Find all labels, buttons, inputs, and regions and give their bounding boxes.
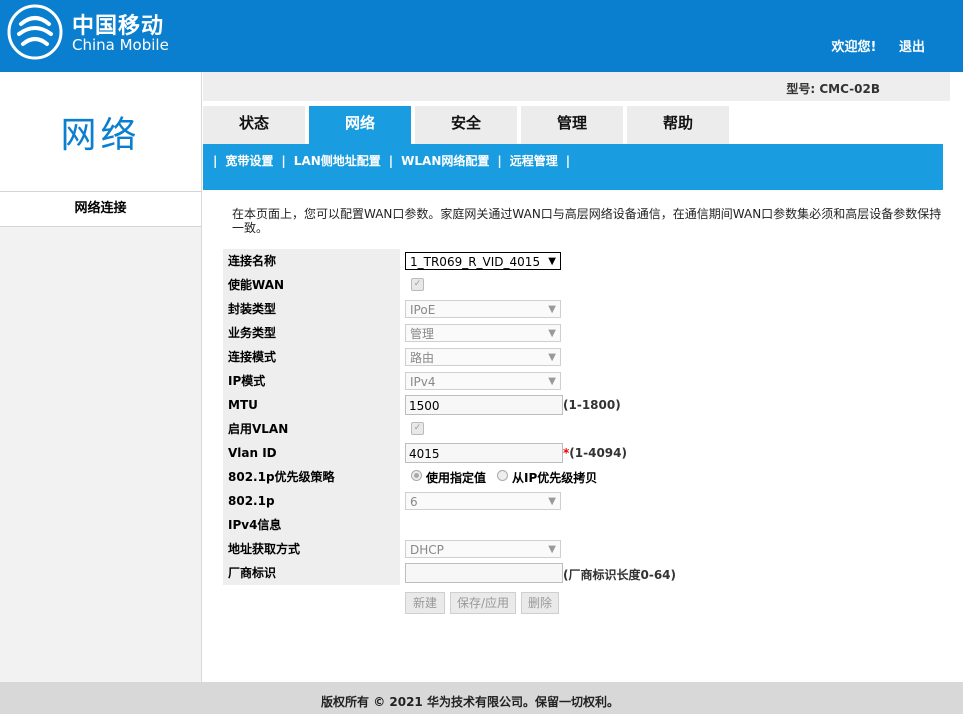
row-vlan-id: Vlan ID 4015 *(1-4094): [223, 441, 943, 465]
label-enable-wan: 使能WAN: [223, 273, 400, 297]
row-addr-mode: 地址获取方式 DHCP ▼: [223, 537, 943, 561]
priority-specified-label: 使用指定值: [426, 471, 487, 485]
label-ip-mode: IP模式: [223, 369, 400, 393]
row-priority-policy: 802.1p优先级策略 使用指定值 从IP优先级拷贝: [223, 465, 943, 489]
model-number: 型号: CMC-02B: [786, 82, 880, 96]
vlan-id-range: (1-4094): [569, 446, 627, 460]
row-encapsulation: 封装类型 IPoE ▼: [223, 297, 943, 321]
subnav-lan-address[interactable]: LAN侧地址配置: [294, 154, 381, 168]
subnav-separator: |: [497, 154, 502, 168]
label-mtu: MTU: [223, 393, 400, 417]
mtu-input[interactable]: 1500: [405, 395, 563, 415]
addr-mode-select[interactable]: DHCP ▼: [405, 540, 561, 558]
row-enable-vlan: 启用VLAN ✓: [223, 417, 943, 441]
row-connection-name: 连接名称 1_TR069_R_VID_4015 ▼: [223, 249, 943, 273]
row-mtu: MTU 1500 (1-1800): [223, 393, 943, 417]
page-description: 在本页面上，您可以配置WAN口参数。家庭网关通过WAN口与高层网络设备通信，在通…: [232, 207, 942, 235]
sidebar: 网络 网络连接: [0, 72, 202, 682]
subnav-separator: |: [388, 154, 394, 168]
label-encapsulation: 封装类型: [223, 297, 400, 321]
label-connection-name: 连接名称: [223, 249, 400, 273]
label-priority-policy: 802.1p优先级策略: [223, 465, 400, 489]
row-vendor-id: 厂商标识 (厂商标识长度0-64): [223, 561, 943, 585]
label-8021p: 802.1p: [223, 489, 400, 513]
mtu-hint: (1-1800): [563, 398, 621, 412]
8021p-select[interactable]: 6 ▼: [405, 492, 561, 510]
copyright-text: 版权所有 © 2021 华为技术有限公司。保留一切权利。: [321, 695, 619, 709]
subnav-broadband[interactable]: 宽带设置: [225, 154, 273, 168]
sidebar-item-network-connection[interactable]: 网络连接: [0, 191, 201, 227]
row-8021p: 802.1p 6 ▼: [223, 489, 943, 513]
tab-network[interactable]: 网络: [309, 106, 411, 144]
subnav-remote-management[interactable]: 远程管理: [510, 154, 558, 168]
chevron-down-icon: ▼: [548, 304, 556, 315]
sidebar-title-box: 网络: [0, 72, 201, 191]
china-mobile-logo-icon: [7, 4, 63, 60]
row-ip-mode: IP模式 IPv4 ▼: [223, 369, 943, 393]
service-type-value: 管理: [410, 327, 435, 341]
tab-status[interactable]: 状态: [203, 106, 305, 144]
new-button[interactable]: 新建: [405, 592, 445, 614]
label-vendor-id: 厂商标识: [223, 561, 400, 585]
addr-mode-value: DHCP: [410, 543, 444, 557]
priority-specified-radio[interactable]: [411, 470, 422, 481]
label-ipv4-info: IPv4信息: [223, 513, 400, 537]
brand-name-en: China Mobile: [72, 36, 169, 54]
connection-mode-select[interactable]: 路由 ▼: [405, 348, 561, 366]
row-enable-wan: 使能WAN ✓: [223, 273, 943, 297]
ip-mode-value: IPv4: [410, 375, 436, 389]
delete-button[interactable]: 删除: [521, 592, 559, 614]
vendor-id-input[interactable]: [405, 563, 563, 583]
sub-navigation: | 宽带设置 | LAN侧地址配置 | WLAN网络配置 | 远程管理 |: [203, 144, 943, 190]
label-addr-mode: 地址获取方式: [223, 537, 400, 561]
top-header: 中国移动 China Mobile 欢迎您! 退出: [0, 0, 963, 72]
chevron-down-icon: ▼: [548, 496, 556, 507]
ip-mode-select[interactable]: IPv4 ▼: [405, 372, 561, 390]
sidebar-title: 网络: [60, 115, 141, 156]
top-links: 欢迎您! 退出: [814, 36, 925, 55]
subnav-separator: |: [281, 154, 286, 168]
row-ipv4-info: IPv4信息: [223, 513, 943, 537]
connection-name-select[interactable]: 1_TR069_R_VID_4015 ▼: [405, 252, 561, 270]
tab-help[interactable]: 帮助: [627, 106, 729, 144]
vendor-id-hint: (厂商标识长度0-64): [563, 568, 676, 582]
save-apply-button[interactable]: 保存/应用: [450, 592, 516, 614]
label-enable-vlan: 启用VLAN: [223, 417, 400, 441]
chevron-down-icon: ▼: [548, 376, 556, 387]
logout-link[interactable]: 退出: [899, 40, 925, 55]
tab-management[interactable]: 管理: [521, 106, 623, 144]
8021p-value: 6: [410, 495, 418, 509]
priority-copy-label: 从IP优先级拷贝: [512, 471, 598, 485]
page-footer: 版权所有 © 2021 华为技术有限公司。保留一切权利。: [0, 682, 963, 714]
label-service-type: 业务类型: [223, 321, 400, 345]
connection-name-value: 1_TR069_R_VID_4015: [410, 255, 541, 269]
enable-wan-checkbox[interactable]: ✓: [411, 278, 424, 291]
chevron-down-icon: ▼: [548, 544, 556, 555]
enable-vlan-checkbox[interactable]: ✓: [411, 422, 424, 435]
chevron-down-icon: ▼: [548, 328, 556, 339]
row-connection-mode: 连接模式 路由 ▼: [223, 345, 943, 369]
subnav-separator: |: [565, 154, 571, 168]
welcome-link[interactable]: 欢迎您!: [832, 40, 877, 55]
subnav-wlan-config[interactable]: WLAN网络配置: [401, 154, 489, 168]
service-type-select[interactable]: 管理 ▼: [405, 324, 561, 342]
tab-security[interactable]: 安全: [415, 106, 517, 144]
vlan-id-hint: *(1-4094): [563, 446, 627, 460]
subnav-separator: |: [213, 154, 218, 168]
priority-copy-radio[interactable]: [497, 470, 508, 481]
encapsulation-select[interactable]: IPoE ▼: [405, 300, 561, 318]
vlan-id-input[interactable]: 4015: [405, 443, 563, 463]
chevron-down-icon: ▼: [548, 256, 556, 267]
row-service-type: 业务类型 管理 ▼: [223, 321, 943, 345]
label-vlan-id: Vlan ID: [223, 441, 400, 465]
connection-mode-value: 路由: [410, 351, 435, 365]
model-bar: 型号: CMC-02B: [203, 72, 950, 101]
label-connection-mode: 连接模式: [223, 345, 400, 369]
chevron-down-icon: ▼: [548, 352, 556, 363]
encapsulation-value: IPoE: [410, 303, 436, 317]
